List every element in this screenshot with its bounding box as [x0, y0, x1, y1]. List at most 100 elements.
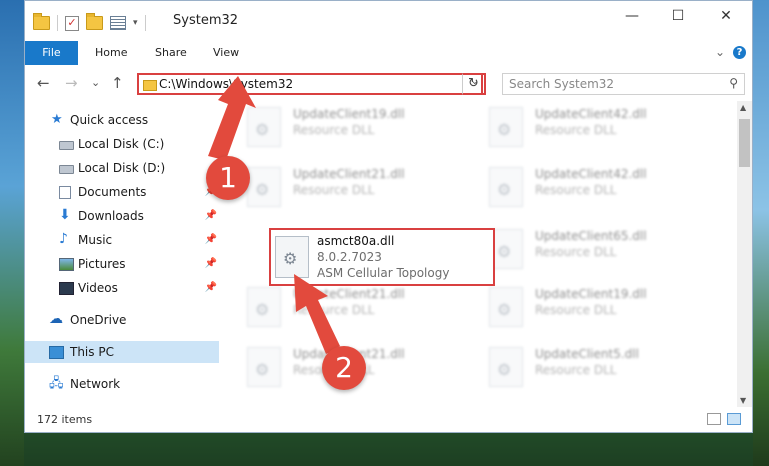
drive-icon	[59, 141, 74, 150]
sidebar-item-label: Downloads	[78, 209, 144, 223]
list-item[interactable]: UpdateClient19.dll Resource DLL	[247, 103, 447, 153]
sidebar-item-this-pc[interactable]: This PC	[25, 341, 219, 363]
back-icon[interactable]: ←	[37, 74, 50, 92]
sidebar-item-downloads[interactable]: ⬇ Downloads 📌	[25, 205, 219, 227]
desktop-background-left	[0, 0, 24, 466]
properties-icon[interactable]	[110, 16, 126, 30]
ribbon: File Home Share View ⌄ ?	[25, 41, 752, 66]
file-version: 8.0.2.7023	[317, 250, 382, 264]
file-name: asmct80a.dll	[317, 234, 395, 248]
list-item[interactable]: UpdateClient19.dll Resource DLL	[489, 283, 689, 333]
file-name: UpdateClient19.dll	[293, 107, 405, 121]
file-type: Resource DLL	[535, 123, 617, 137]
highlighted-dll-file[interactable]: asmct80a.dll 8.0.2.7023 ASM Cellular Top…	[269, 228, 495, 286]
close-button[interactable]: ✕	[703, 1, 749, 33]
expand-ribbon-icon[interactable]: ⌄	[715, 45, 725, 59]
sidebar-item-label: Network	[70, 377, 121, 391]
search-input[interactable]: Search System32 ⚲	[502, 73, 745, 95]
recent-locations-icon[interactable]: ⌄	[91, 76, 100, 89]
file-list: UpdateClient19.dll Resource DLL UpdateCl…	[219, 101, 737, 407]
list-item[interactable]: UpdateClient42.dll Resource DLL	[489, 163, 689, 213]
divider	[57, 15, 58, 31]
sidebar-item-videos[interactable]: Videos 📌	[25, 277, 219, 299]
sidebar-item-label: Music	[78, 233, 113, 247]
network-icon: 🖧	[49, 376, 64, 391]
documents-icon	[59, 186, 71, 199]
up-icon[interactable]: ↑	[111, 74, 124, 92]
refresh-button[interactable]: ↻	[462, 73, 486, 95]
forward-icon[interactable]: →	[65, 74, 78, 92]
tiles-view-icon[interactable]	[727, 413, 741, 425]
dll-file-icon	[489, 167, 523, 207]
sidebar-item-label: OneDrive	[70, 313, 127, 327]
callout-step-2: 2	[322, 346, 366, 390]
pin-icon[interactable]: 📌	[205, 229, 217, 251]
folder-icon	[33, 13, 50, 30]
tab-share[interactable]: Share	[155, 41, 187, 65]
file-name: UpdateClient42.dll	[535, 167, 647, 181]
sidebar-item-label: Quick access	[70, 113, 149, 127]
folder-icon	[143, 80, 157, 91]
file-type: Resource DLL	[293, 183, 375, 197]
help-icon[interactable]: ?	[733, 45, 746, 59]
file-type: Resource DLL	[293, 123, 375, 137]
sidebar-item-label: Documents	[78, 185, 147, 199]
desktop-background-right	[753, 0, 769, 466]
scroll-down-icon[interactable]: ▼	[740, 396, 746, 405]
file-type: Resource DLL	[293, 303, 375, 317]
address-bar[interactable]: C:\Windows\System32 ⌄	[137, 73, 483, 95]
dll-file-icon	[489, 107, 523, 147]
list-item[interactable]: UpdateClient21.dll Resource DLL	[247, 163, 447, 213]
tab-home[interactable]: Home	[95, 41, 127, 65]
pin-icon[interactable]: 📌	[205, 205, 217, 227]
properties-check-icon[interactable]: ✓	[65, 15, 79, 31]
sidebar-item-documents[interactable]: Documents 📌	[25, 181, 219, 203]
dll-file-icon	[489, 347, 523, 387]
navigation-toolbar: ← → ⌄ ↑ C:\Windows\System32 ⌄ ↻ Search S…	[25, 65, 752, 101]
address-path[interactable]: C:\Windows\System32	[159, 77, 293, 91]
status-bar: 172 items	[25, 407, 752, 432]
list-item[interactable]: UpdateClient21.dll Resource DLL	[247, 283, 447, 333]
scroll-thumb[interactable]	[739, 119, 750, 167]
sidebar-item-music[interactable]: ♪ Music 📌	[25, 229, 219, 251]
explorer-window: ✓ ▾ System32 — ☐ ✕ File Home Share View …	[24, 0, 753, 433]
music-icon: ♪	[59, 231, 68, 247]
list-item[interactable]: UpdateClient42.dll Resource DLL	[489, 103, 689, 153]
pin-icon[interactable]: 📌	[205, 277, 217, 299]
file-name: UpdateClient19.dll	[535, 287, 647, 301]
pictures-icon	[59, 258, 74, 271]
sidebar-item-label: Videos	[78, 281, 118, 295]
dll-file-icon	[247, 167, 281, 207]
sidebar-item-quick-access[interactable]: ★ Quick access	[25, 109, 219, 131]
sidebar-item-pictures[interactable]: Pictures 📌	[25, 253, 219, 275]
list-item[interactable]: UpdateClient5.dll Resource DLL	[489, 343, 689, 393]
pin-icon[interactable]: 📌	[205, 253, 217, 275]
window-title: System32	[173, 13, 239, 28]
customize-toolbar-icon[interactable]: ▾	[133, 18, 138, 28]
file-type: Resource DLL	[535, 183, 617, 197]
maximize-button[interactable]: ☐	[655, 1, 701, 33]
scroll-up-icon[interactable]: ▲	[740, 103, 746, 112]
ribbon-controls: ⌄ ?	[715, 45, 746, 59]
sidebar-item-label: Pictures	[78, 257, 126, 271]
sidebar-item-local-disk-c[interactable]: Local Disk (C:)	[25, 133, 219, 155]
new-folder-icon[interactable]	[86, 13, 103, 30]
details-view-icon[interactable]	[707, 413, 721, 425]
vertical-scrollbar[interactable]: ▲ ▼	[737, 101, 752, 407]
drive-icon	[59, 165, 74, 174]
divider	[144, 15, 146, 31]
minimize-button[interactable]: —	[609, 1, 655, 33]
file-name: UpdateClient65.dll	[535, 229, 647, 243]
downloads-icon: ⬇	[59, 207, 71, 223]
tab-file[interactable]: File	[25, 41, 78, 65]
sidebar-item-onedrive[interactable]: ☁ OneDrive	[25, 309, 219, 331]
file-type: Resource DLL	[535, 303, 617, 317]
list-item[interactable]: UpdateClient65.dll Resource DLL	[489, 225, 689, 275]
sidebar-item-label: This PC	[70, 345, 114, 359]
item-count: 172 items	[37, 413, 93, 426]
file-name: UpdateClient21.dll	[293, 167, 405, 181]
tab-view[interactable]: View	[213, 41, 239, 65]
sidebar-item-local-disk-d[interactable]: Local Disk (D:)	[25, 157, 219, 179]
title-bar: ✓ ▾ System32 — ☐ ✕	[25, 1, 752, 41]
sidebar-item-network[interactable]: 🖧 Network	[25, 373, 219, 395]
